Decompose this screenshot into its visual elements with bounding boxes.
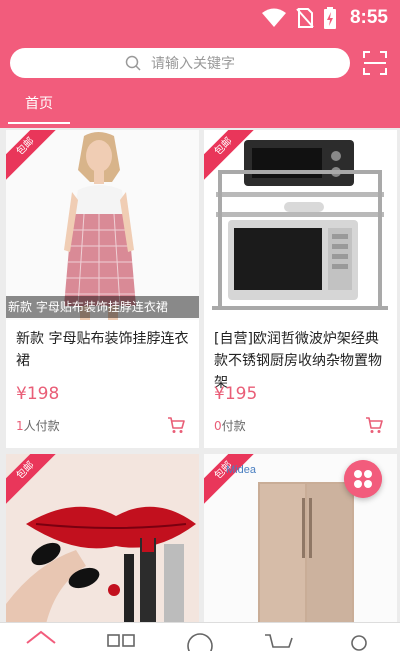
scan-icon[interactable]: [362, 50, 388, 76]
status-bar: 8:55: [0, 0, 400, 36]
search-input[interactable]: 请输入关键字: [10, 48, 350, 78]
profile-icon[interactable]: [342, 629, 376, 651]
buyer-count-suffix: 付款: [221, 419, 246, 433]
product-card[interactable]: 包邮: [6, 454, 199, 624]
buyer-count-number: 0: [214, 419, 222, 433]
grid-menu-icon[interactable]: [344, 460, 382, 498]
product-card[interactable]: 包邮 新款 字母贴布装饰挂脖连衣裙 新款 字母贴布装饰挂脖连衣裙 ¥198 1人…: [6, 130, 199, 448]
tab-home[interactable]: 首页: [8, 90, 70, 124]
tab-underline: [8, 122, 70, 124]
product-image-lipstick: 包邮: [6, 454, 199, 624]
product-grid: 包邮 新款 字母贴布装饰挂脖连衣裙 新款 字母贴布装饰挂脖连衣裙 ¥198 1人…: [0, 128, 400, 624]
search-icon: [125, 55, 141, 71]
message-icon[interactable]: [183, 629, 217, 651]
category-icon[interactable]: [104, 629, 138, 651]
bottom-nav: [0, 622, 400, 651]
wifi-icon: [261, 8, 286, 27]
shopping-cart-icon[interactable]: [262, 629, 296, 651]
buyer-count-number: 1: [16, 419, 24, 433]
tab-bar: 首页: [0, 90, 400, 124]
status-time: 8:55: [349, 7, 388, 28]
tab-home-label: 首页: [25, 96, 53, 112]
status-icons: 8:55: [261, 6, 388, 30]
no-sim-icon: [296, 8, 314, 28]
home-icon[interactable]: [24, 629, 58, 651]
battery-icon: [323, 7, 336, 29]
buyer-count-suffix: 人付款: [23, 419, 60, 433]
product-image-microwave-rack: 包邮: [204, 130, 397, 320]
product-price: ¥195: [214, 384, 258, 404]
product-card[interactable]: 包邮 [自营]欧润哲微波炉架经典款不锈钢厨房收纳杂物置物架 ¥195 0付款: [204, 130, 397, 448]
buyer-count: 1人付款: [16, 417, 60, 434]
cart-icon[interactable]: [365, 416, 383, 434]
search-row: 请输入关键字: [10, 48, 390, 80]
product-image-dress: 包邮 新款 字母贴布装饰挂脖连衣裙: [6, 130, 199, 320]
product-title: 新款 字母贴布装饰挂脖连衣裙: [16, 331, 189, 369]
search-placeholder: 请输入关键字: [151, 56, 235, 72]
image-caption: 新款 字母贴布装饰挂脖连衣裙: [6, 296, 199, 318]
header: 8:55 请输入关键字 首页: [0, 0, 400, 128]
buyer-count: 0付款: [214, 417, 246, 434]
cart-icon[interactable]: [167, 416, 185, 434]
brand-logo: Midea: [226, 464, 256, 476]
product-price: ¥198: [16, 384, 60, 404]
